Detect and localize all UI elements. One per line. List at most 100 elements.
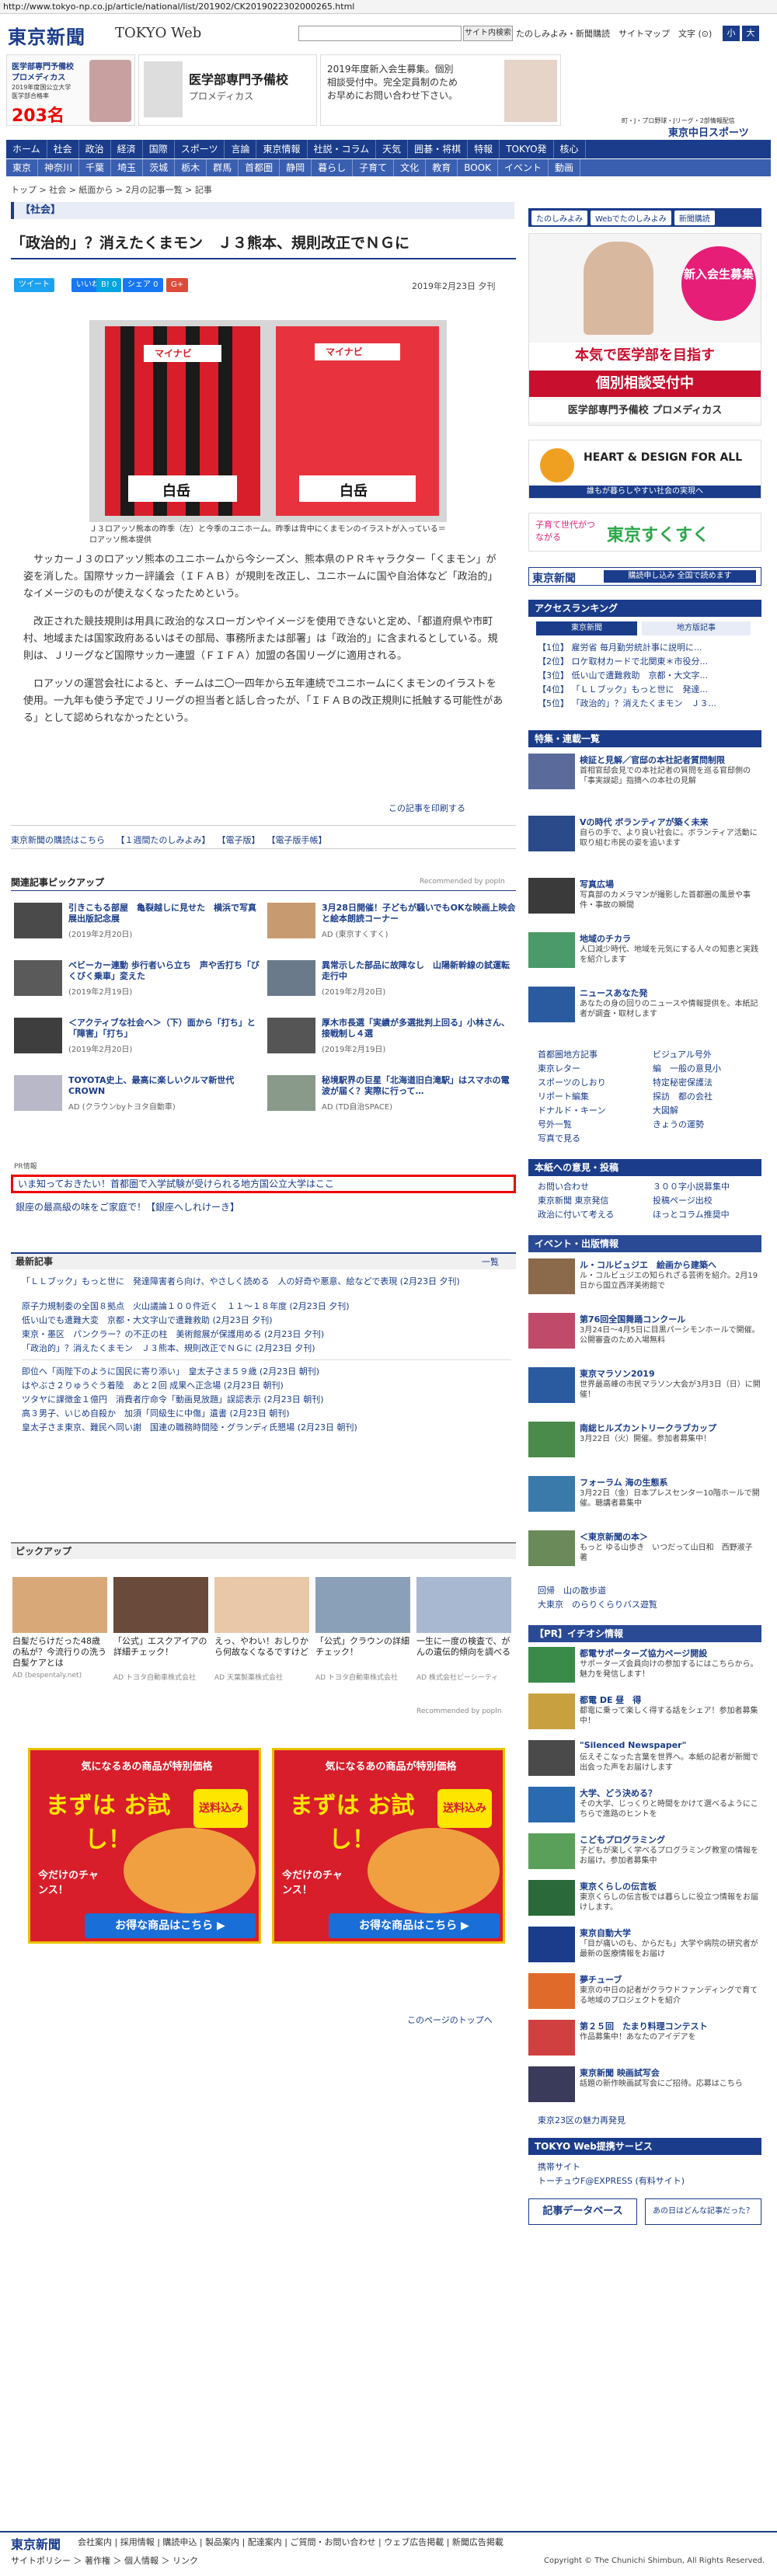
ad-banner-middle[interactable]: 医学部専門予備校 プロメディカス: [138, 54, 317, 126]
event-title[interactable]: フォーラム 海の生態系: [580, 1476, 761, 1488]
promo-banner[interactable]: 気になるあの商品が特別価格 まずは お試し！ 送料込み 今だけのチャンス！ お得…: [28, 1748, 261, 1944]
nav-item[interactable]: ホーム: [6, 140, 47, 158]
tab-web-tanoshimi[interactable]: Webでたのしみよみ: [591, 210, 671, 225]
footer-logo[interactable]: 東京新聞: [11, 2534, 61, 2553]
event-title[interactable]: 東京マラソン2019: [580, 1367, 761, 1380]
latest-item[interactable]: ツタヤに課徴金１億円 消費者庁命令「動画見放題」誤認表示 (2月23日 朝刊): [22, 1394, 511, 1405]
event-title[interactable]: 第76回全国舞踊コンクール: [580, 1313, 761, 1325]
nav-item[interactable]: 社説・コラム: [308, 140, 377, 158]
gplus-button[interactable]: G+: [166, 278, 189, 292]
related-item[interactable]: 3月28日開催！子どもが騒いでもOKな映画上映会と絵本朗読コーナー AD (東京す…: [267, 903, 516, 949]
link[interactable]: 編 一般の意見小: [653, 1063, 721, 1075]
pr-item[interactable]: 大学、どう決める？ その大学、じっくりと時間をかけて選べるようにこちらで進路のヒン…: [528, 1787, 761, 1826]
link[interactable]: ビジュアル号外: [653, 1049, 712, 1061]
feature-title[interactable]: Vの時代 ボランティアが築く未来: [580, 816, 761, 828]
pickup-title[interactable]: えっ、やわい！おしりから何故なくなるですけど: [214, 1636, 309, 1670]
web-service-link[interactable]: 携帯サイト: [538, 2161, 580, 2174]
font-large-button[interactable]: 大: [742, 26, 759, 41]
event-item[interactable]: ル・コルビュジエ 絵画から建築へ ル・コルビュジエの知られざる芸術を紹介。2月19…: [528, 1258, 761, 1297]
subnav-item[interactable]: 東京: [6, 159, 39, 176]
latest-item[interactable]: 原子力規制委の全国８拠点 火山議論１００件近く １１～１８年度 (2月23日 夕…: [22, 1300, 511, 1312]
related-title[interactable]: ＜アクティブな社会へ＞（下）面から「打ち」と「障害」「打ち」: [68, 1018, 263, 1039]
digital-notebook-link[interactable]: 【電子版手帳】: [267, 835, 327, 845]
back-to-top-link[interactable]: このページのトップへ: [407, 2014, 493, 2026]
subnav-item[interactable]: 茨城: [143, 159, 176, 176]
subnav-item[interactable]: 静岡: [280, 159, 312, 176]
nav-item[interactable]: 特報: [468, 140, 500, 158]
pr-highlight-link[interactable]: いま知っておきたい！首都圏で入学試験が受けられる地方国公立大学はここ: [11, 1175, 516, 1193]
pr-title[interactable]: 都電 DE 昼 得: [580, 1694, 761, 1706]
related-item[interactable]: ＜アクティブな社会へ＞（下）面から「打ち」と「障害」「打ち」 (2019年2月20…: [14, 1018, 263, 1064]
footer-policy-links[interactable]: サイトポリシー ＞ 著作権 ＞ 個人情報 ＞ リンク: [11, 2554, 198, 2567]
related-item[interactable]: ベビーカー連動 歩行者いら立ち 声や舌打ち「びくびく乗車」変えた (2019年2月…: [14, 960, 263, 1007]
event-item[interactable]: 南総ヒルズカントリークラブカップ 3月22日（火）開催。参加者募集中！: [528, 1422, 761, 1460]
site-logo[interactable]: 東京新聞: [8, 22, 85, 49]
reader-link[interactable]: ３００字小説募集中: [653, 1181, 730, 1193]
subnav-item[interactable]: 神奈川: [38, 159, 80, 176]
pr-title[interactable]: 東京新聞 映画試写会: [580, 2066, 761, 2079]
event-item[interactable]: フォーラム 海の生態系 3月22日（金）日本プレスセンター10階ホールで開催。聴講…: [528, 1476, 761, 1515]
ad-heart-design[interactable]: HEART & DESIGN FOR ALL 誰もが暮らしやすい社会の実現へ: [528, 440, 761, 499]
latest-item[interactable]: 低い山でも遭難大変 京都・大文字山で遭難救助 (2月23日 夕刊): [22, 1314, 511, 1326]
related-title[interactable]: 引きこもる部屋 亀裂越しに見せた 横浜で写真展出版記念展: [68, 903, 263, 924]
print-link[interactable]: この記事を印刷する: [388, 802, 465, 814]
sports-logo[interactable]: 東京中日スポーツ: [668, 124, 749, 139]
subnav-item[interactable]: 首都圏: [239, 159, 280, 176]
ad-banner-right[interactable]: 2019年度新入会生募集。個別 相談受付中。完全定員制のため お早めにお問い合わ…: [320, 54, 561, 126]
link[interactable]: 写真で見る: [538, 1133, 580, 1145]
pr-item[interactable]: 東京自動大学 「目が痛いのも、からだも」大学や病院の研究者が最新の医療情報をお届け: [528, 1927, 761, 1965]
subnav-item[interactable]: BOOK: [458, 159, 498, 176]
search-input[interactable]: [298, 26, 462, 41]
pickup-title[interactable]: 「公式」クラウンの詳細チェック！: [315, 1636, 410, 1670]
ranking-item[interactable]: 【2位】 ロケ取材カードで北関東＊市役分...: [538, 656, 708, 668]
subnav-item[interactable]: 栃木: [175, 159, 207, 176]
pr-item[interactable]: 第２５回 たまり料理コンテスト 作品募集中！あなたのアイデアを: [528, 2020, 761, 2059]
pr-title[interactable]: 東京自動大学: [580, 1927, 761, 1939]
subnav-item[interactable]: 埼玉: [111, 159, 144, 176]
nav-item[interactable]: 囲碁・将棋: [408, 140, 469, 158]
trial-link[interactable]: 【１週間たのしみよみ】: [117, 835, 207, 845]
pickup-item[interactable]: 「公式」クラウンの詳細チェック！ AD トヨタ自動車株式会社: [315, 1577, 410, 1682]
reader-link[interactable]: 東京新聞 東京発信: [538, 1195, 609, 1207]
header-links[interactable]: たのしみよみ・新聞購読 サイトマップ 文字 (⊙): [516, 27, 712, 40]
region-link[interactable]: 回帰 山の散歩道: [538, 1585, 606, 1597]
related-title[interactable]: ベビーカー連動 歩行者いら立ち 声や舌打ち「びくびく乗車」変えた: [68, 960, 263, 982]
nav-item[interactable]: 言論: [225, 140, 257, 158]
tweet-button[interactable]: ツイート: [14, 278, 54, 292]
event-title[interactable]: ル・コルビュジエ 絵画から建築へ: [580, 1258, 761, 1271]
feature-item[interactable]: 写真広場 写真部のカメラマンが撮影した首都圏の風景や事件・事故の瞬間: [528, 878, 761, 917]
breadcrumb[interactable]: トップ > 社会 > 紙面から > 2月の記事一覧 > 記事: [11, 183, 212, 196]
nav-item[interactable]: 天気: [376, 140, 409, 158]
subnav-item[interactable]: 教育: [426, 159, 458, 176]
link[interactable]: スポーツのしおり: [538, 1077, 606, 1089]
ad-promedicus[interactable]: 新入会生募集 本気で医学部を目指す 個別相談受付中 医学部専門予備校 プロメディ…: [528, 233, 761, 426]
subnav-item[interactable]: 動画: [549, 159, 581, 176]
pr-title[interactable]: 東京くらしの伝言板: [580, 1880, 761, 1892]
event-title[interactable]: ＜東京新聞の本＞: [580, 1530, 761, 1543]
link[interactable]: ドナルド・キーン: [538, 1105, 605, 1117]
pr-title[interactable]: 第２５回 たまり料理コンテスト: [580, 2020, 761, 2032]
pr-title[interactable]: こどもプログラミング: [580, 1833, 761, 1846]
hatena-button[interactable]: B! 0: [96, 278, 122, 292]
link[interactable]: 特定秘密保護法: [653, 1077, 713, 1089]
pickup-item[interactable]: えっ、やわい！おしりから何故なくなるですけど AD 天葉製薬株式会社: [214, 1577, 309, 1682]
feature-title[interactable]: ニュースあなた発: [580, 987, 761, 999]
related-title[interactable]: TOYOTA史上、最高に楽しいクルマ新世代CROWN: [68, 1075, 263, 1097]
pickup-title[interactable]: 一生に一度の検査で、がんの遺伝的傾向を調べる: [416, 1636, 511, 1670]
nav-item[interactable]: スポーツ: [175, 140, 225, 158]
banner-button[interactable]: お得な商品はこちら ▶: [329, 1913, 500, 1938]
nav-item[interactable]: 核心: [554, 140, 586, 158]
subnav-item[interactable]: 文化: [394, 159, 427, 176]
feature-item[interactable]: ニュースあなた発 あなたの身の回りのニュースや情報提供を。本紙記者が調査・取材しま…: [528, 987, 761, 1025]
related-item[interactable]: 秘境駅界の巨星「北海道旧白滝駅」はスマホの電波が届く？実際に行って… AD (TD…: [267, 1075, 516, 1122]
ranking-tab-local[interactable]: 地方版記事: [642, 621, 751, 635]
subscribe-banner[interactable]: 東京新聞 購読申し込み 全国で読めます: [528, 567, 761, 586]
ranking-item[interactable]: 【1位】 雇労省 毎月勤労統計事に説明に...: [538, 642, 702, 654]
link[interactable]: 大図解: [653, 1105, 678, 1117]
subnav-item[interactable]: イベント: [498, 159, 549, 176]
reader-link[interactable]: お問い合わせ: [538, 1181, 589, 1193]
digital-link[interactable]: 【電子版】: [218, 835, 256, 845]
promo-banner[interactable]: 気になるあの商品が特別価格 まずは お試し！ 送料込み 今だけのチャンス！ お得…: [272, 1748, 505, 1944]
ranking-item[interactable]: 【4位】 「ＬＬブック」もっと世に 発達...: [538, 684, 708, 696]
latest-item[interactable]: 東京・墨区 パンクラー？の不正の柱 美術館展が保護用める (2月23日 夕刊): [22, 1328, 511, 1340]
